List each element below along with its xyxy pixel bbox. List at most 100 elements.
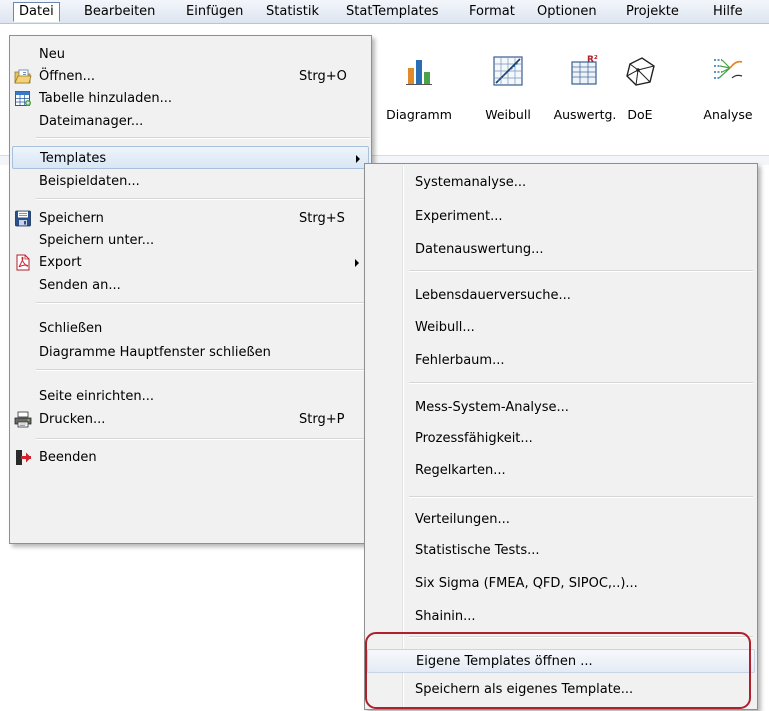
menu-item-label: Senden an... xyxy=(39,278,121,293)
open-folder-icon xyxy=(14,69,32,84)
menu-separator xyxy=(36,198,370,200)
submenu-item-systemanalyse[interactable]: Systemanalyse... xyxy=(367,171,755,195)
menubar-format[interactable]: Format xyxy=(463,2,521,22)
menu-item-label: Neu xyxy=(39,47,65,62)
toolbar-label: Weibull xyxy=(485,107,531,122)
submenu-item-weibull[interactable]: Weibull... xyxy=(367,316,755,340)
submenu-item-label: Verteilungen... xyxy=(415,512,510,527)
submenu-separator xyxy=(409,382,753,384)
menu-separator xyxy=(36,302,370,304)
menu-item-dateimanager[interactable]: Dateimanager... xyxy=(12,110,369,133)
table-add-icon xyxy=(15,91,31,106)
menu-item-speichern[interactable]: Speichern Strg+S xyxy=(12,207,369,230)
menu-item-label: Speichern unter... xyxy=(39,233,155,248)
menu-item-oeffnen[interactable]: Öffnen... Strg+O xyxy=(12,65,369,88)
menu-item-label: Templates xyxy=(40,151,107,166)
menu-item-diagramme-schliessen[interactable]: Diagramme Hauptfenster schließen xyxy=(12,341,369,364)
templates-submenu: Systemanalyse... Experiment... Datenausw… xyxy=(364,163,758,710)
datei-menu: Neu Öffnen... Strg+O Tabelle hinzuladen.… xyxy=(9,35,372,544)
menubar-bearbeiten[interactable]: Bearbeiten xyxy=(78,2,161,22)
submenu-item-prozessfaehigkeit[interactable]: Prozessfähigkeit... xyxy=(367,427,755,451)
submenu-item-label: Six Sigma (FMEA, QFD, SIPOC,..)... xyxy=(415,576,638,591)
menu-item-speichern-unter[interactable]: Speichern unter... xyxy=(12,229,369,252)
submenu-item-label: Experiment... xyxy=(415,209,503,224)
menu-item-label: Dateimanager... xyxy=(39,114,144,129)
menubar-einfuegen[interactable]: Einfügen xyxy=(180,2,249,22)
toolbar-weibull-button[interactable]: Weibull xyxy=(465,48,551,126)
menu-item-shortcut: Strg+P xyxy=(299,412,345,427)
menubar-projekte[interactable]: Projekte xyxy=(620,2,685,22)
submenu-item-eigene-templates-oeffnen[interactable]: Eigene Templates öffnen ... xyxy=(367,649,755,673)
menu-item-label: Öffnen... xyxy=(39,69,96,84)
menu-item-label: Beispieldaten... xyxy=(39,174,140,189)
menu-item-label: Drucken... xyxy=(39,412,106,427)
submenu-item-mess-system-analyse[interactable]: Mess-System-Analyse... xyxy=(367,396,755,420)
menu-item-label: Beenden xyxy=(39,450,97,465)
menu-item-beispieldaten[interactable]: Beispieldaten... xyxy=(12,170,369,193)
menu-item-senden-an[interactable]: Senden an... xyxy=(12,274,369,297)
menu-item-shortcut: Strg+O xyxy=(299,69,347,84)
submenu-item-lebensdauerversuche[interactable]: Lebensdauerversuche... xyxy=(367,284,755,308)
submenu-item-fehlerbaum[interactable]: Fehlerbaum... xyxy=(367,349,755,373)
toolbar-analyse-button[interactable]: Analyse xyxy=(685,48,769,126)
submenu-item-label: Prozessfähigkeit... xyxy=(415,431,533,446)
toolbar-doe-button[interactable]: DoE xyxy=(597,48,683,126)
save-disk-icon xyxy=(15,210,31,227)
menu-item-label: Schließen xyxy=(39,321,103,336)
submenu-item-statistische-tests[interactable]: Statistische Tests... xyxy=(367,539,755,563)
menu-item-label: Speichern xyxy=(39,211,104,226)
submenu-separator xyxy=(409,270,753,272)
submenu-item-speichern-als-eigenes-template[interactable]: Speichern als eigenes Template... xyxy=(367,678,755,702)
submenu-separator xyxy=(409,636,753,638)
toolbar-label: Analyse xyxy=(703,107,753,122)
printer-icon xyxy=(14,411,32,428)
menu-item-tabelle-hinzuladen[interactable]: Tabelle hinzuladen... xyxy=(12,87,369,110)
toolbar-label: Diagramm xyxy=(386,107,452,122)
submenu-item-experiment[interactable]: Experiment... xyxy=(367,205,755,229)
menu-item-label: Diagramme Hauptfenster schließen xyxy=(39,345,271,360)
submenu-item-label: Shainin... xyxy=(415,609,476,624)
submenu-arrow-icon xyxy=(356,155,360,163)
cube-icon xyxy=(626,57,655,86)
menu-separator xyxy=(36,137,370,139)
menu-item-neu[interactable]: Neu xyxy=(12,43,369,66)
weibull-grid-icon xyxy=(493,56,523,86)
menu-bar: Datei Bearbeiten Einfügen Statistik Stat… xyxy=(0,0,769,24)
menubar-hilfe[interactable]: Hilfe xyxy=(707,2,749,22)
submenu-item-label: Regelkarten... xyxy=(415,463,506,478)
submenu-item-label: Systemanalyse... xyxy=(415,175,527,190)
submenu-item-label: Statistische Tests... xyxy=(415,543,540,558)
menubar-datei[interactable]: Datei xyxy=(13,2,60,22)
menu-item-beenden[interactable]: Beenden xyxy=(12,446,369,469)
menu-separator xyxy=(36,438,370,440)
submenu-item-six-sigma[interactable]: Six Sigma (FMEA, QFD, SIPOC,..)... xyxy=(367,572,755,596)
menubar-stattemplates[interactable]: StatTemplates xyxy=(340,2,445,22)
toolbar-diagramm-button[interactable]: Diagramm xyxy=(376,48,462,126)
submenu-item-label: Mess-System-Analyse... xyxy=(415,400,569,415)
menu-item-templates[interactable]: Templates xyxy=(12,146,369,169)
submenu-item-label: Lebensdauerversuche... xyxy=(415,288,571,303)
submenu-item-regelkarten[interactable]: Regelkarten... xyxy=(367,459,755,483)
submenu-item-label: Fehlerbaum... xyxy=(415,353,505,368)
menu-item-export[interactable]: Export xyxy=(12,251,369,274)
submenu-item-shainin[interactable]: Shainin... xyxy=(367,605,755,629)
submenu-item-label: Eigene Templates öffnen ... xyxy=(416,654,593,669)
menu-item-schliessen[interactable]: Schließen xyxy=(12,317,369,340)
submenu-item-label: Weibull... xyxy=(415,320,475,335)
menu-item-drucken[interactable]: Drucken... Strg+P xyxy=(12,408,369,431)
submenu-separator xyxy=(409,496,753,498)
menubar-statistik[interactable]: Statistik xyxy=(260,2,325,22)
menu-item-label: Tabelle hinzuladen... xyxy=(39,91,172,106)
menu-separator xyxy=(36,369,370,371)
submenu-item-label: Datenauswertung... xyxy=(415,242,544,257)
analysis-icon xyxy=(714,59,743,79)
submenu-item-datenauswertung[interactable]: Datenauswertung... xyxy=(367,238,755,262)
pdf-export-icon xyxy=(16,254,30,271)
toolbar-label: DoE xyxy=(627,107,653,122)
submenu-item-label: Speichern als eigenes Template... xyxy=(415,682,634,697)
menu-item-seite-einrichten[interactable]: Seite einrichten... xyxy=(12,385,369,408)
menubar-optionen[interactable]: Optionen xyxy=(531,2,603,22)
menu-item-label: Seite einrichten... xyxy=(39,389,155,404)
submenu-item-verteilungen[interactable]: Verteilungen... xyxy=(367,508,755,532)
menu-item-label: Export xyxy=(39,255,82,270)
